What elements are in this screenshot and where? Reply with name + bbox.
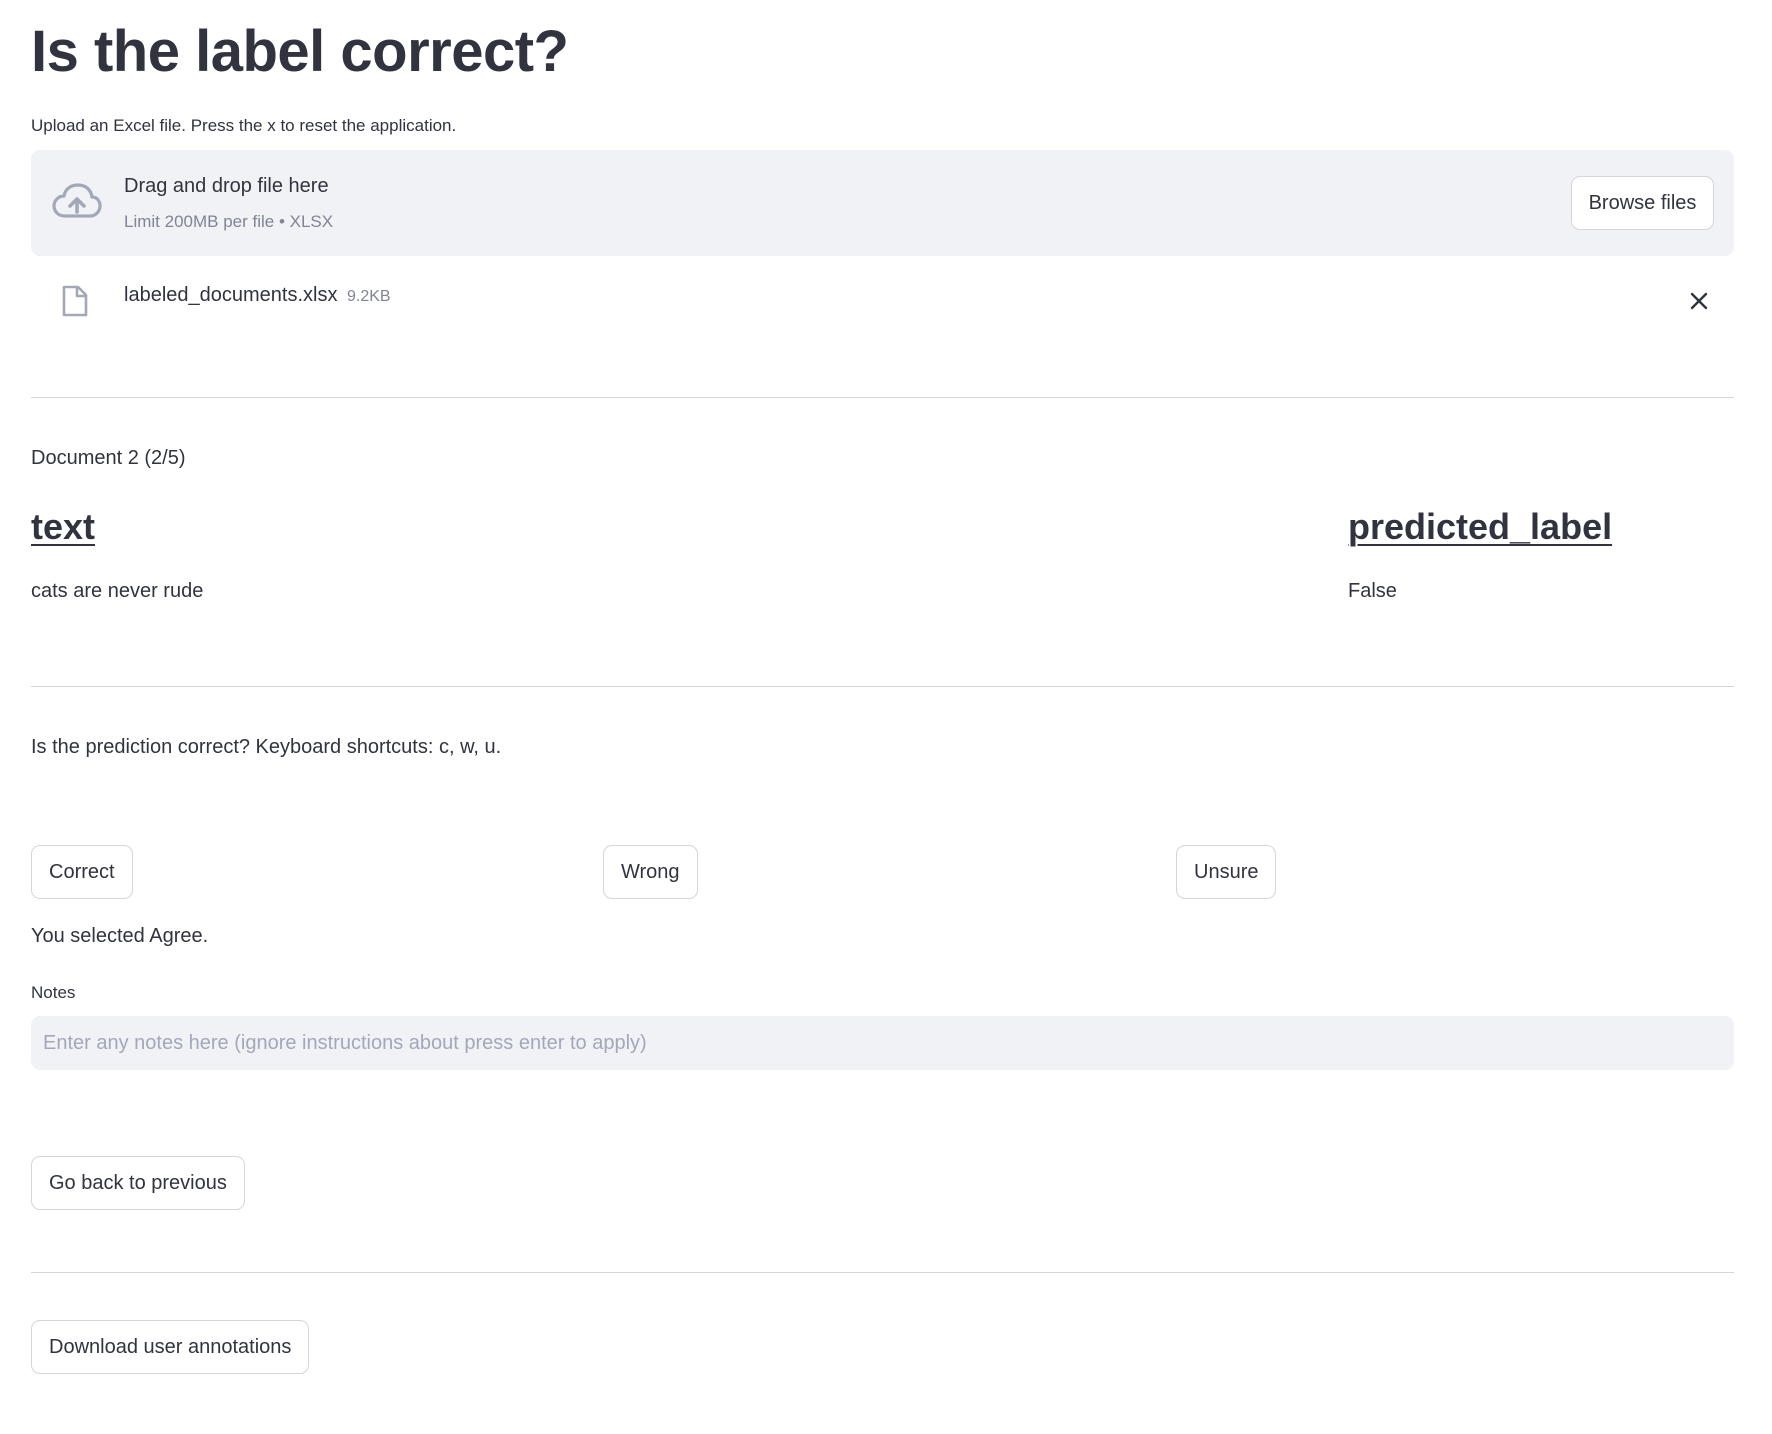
divider [31, 397, 1734, 398]
selection-status: You selected Agree. [31, 925, 209, 947]
go-back-button[interactable]: Go back to previous [31, 1156, 245, 1210]
close-icon[interactable] [1684, 286, 1714, 316]
notes-label: Notes [31, 983, 76, 1002]
uploaded-file-size: 9.2KB [347, 288, 391, 305]
wrong-button[interactable]: Wrong [603, 845, 698, 899]
column-header-text: text [31, 506, 96, 547]
column-value-text: cats are never rude [31, 580, 204, 602]
column-header-predicted-label: predicted_label [1348, 506, 1613, 547]
review-prompt: Is the prediction correct? Keyboard shor… [31, 736, 502, 758]
divider [31, 686, 1734, 687]
dropzone-limit: Limit 200MB per file • XLSX [124, 212, 334, 231]
file-dropzone[interactable]: Drag and drop file here Limit 200MB per … [31, 150, 1734, 256]
uploader-label: Upload an Excel file. Press the x to res… [31, 116, 457, 135]
column-value-predicted-label: False [1348, 580, 1397, 602]
download-annotations-button[interactable]: Download user annotations [31, 1320, 310, 1374]
document-counter: Document 2 (2/5) [31, 447, 186, 469]
dropzone-title: Drag and drop file here [124, 175, 329, 197]
browse-files-button[interactable]: Browse files [1571, 176, 1714, 230]
file-icon [62, 285, 88, 317]
unsure-button[interactable]: Unsure [1176, 845, 1277, 899]
page-title: Is the label correct? [31, 19, 569, 84]
correct-button[interactable]: Correct [31, 845, 133, 899]
divider [31, 1272, 1734, 1273]
cloud-upload-icon [52, 183, 102, 218]
notes-input[interactable] [31, 1016, 1734, 1070]
uploaded-file-row: labeled_documents.xlsx 9.2KB [31, 276, 1734, 326]
uploaded-file-name: labeled_documents.xlsx [124, 284, 338, 306]
